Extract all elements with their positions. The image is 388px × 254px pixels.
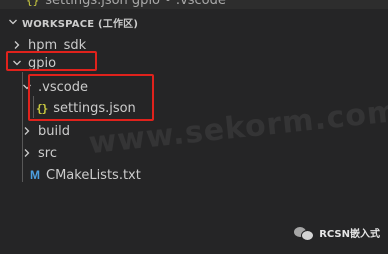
open-editor-text: settings.json gpio • .vscode — [45, 0, 226, 8]
annotation-box-gpio — [6, 51, 97, 71]
tree-item-label: src — [38, 145, 57, 161]
chevron-right-icon — [0, 126, 32, 136]
tree-item-label: CMakeLists.txt — [46, 167, 141, 183]
brand-text: RCSN嵌入式 — [319, 229, 380, 240]
chevron-right-icon — [0, 40, 22, 50]
wechat-icon — [294, 226, 315, 241]
indent-guide — [22, 72, 23, 182]
tree-item-label: build — [38, 123, 70, 139]
annotation-box-vscode — [28, 74, 154, 121]
brand-label: RCSN嵌入式 — [294, 225, 380, 241]
chevron-down-icon — [6, 17, 20, 27]
cmake-icon: M — [30, 168, 40, 182]
explorer-panel: {} settings.json gpio • .vscode WORKSPACE… — [0, 0, 388, 254]
tree-item-cmakelists[interactable]: M CMakeLists.txt — [0, 164, 388, 186]
workspace-section-header[interactable]: WORKSPACE (工作区) — [0, 11, 388, 33]
json-icon: {} — [26, 0, 40, 7]
open-editor-row[interactable]: {} settings.json gpio • .vscode — [0, 0, 388, 9]
workspace-title: WORKSPACE (工作区) — [22, 18, 139, 30]
chevron-right-icon — [0, 148, 32, 158]
open-editor-label: {} settings.json gpio • .vscode — [26, 0, 226, 8]
